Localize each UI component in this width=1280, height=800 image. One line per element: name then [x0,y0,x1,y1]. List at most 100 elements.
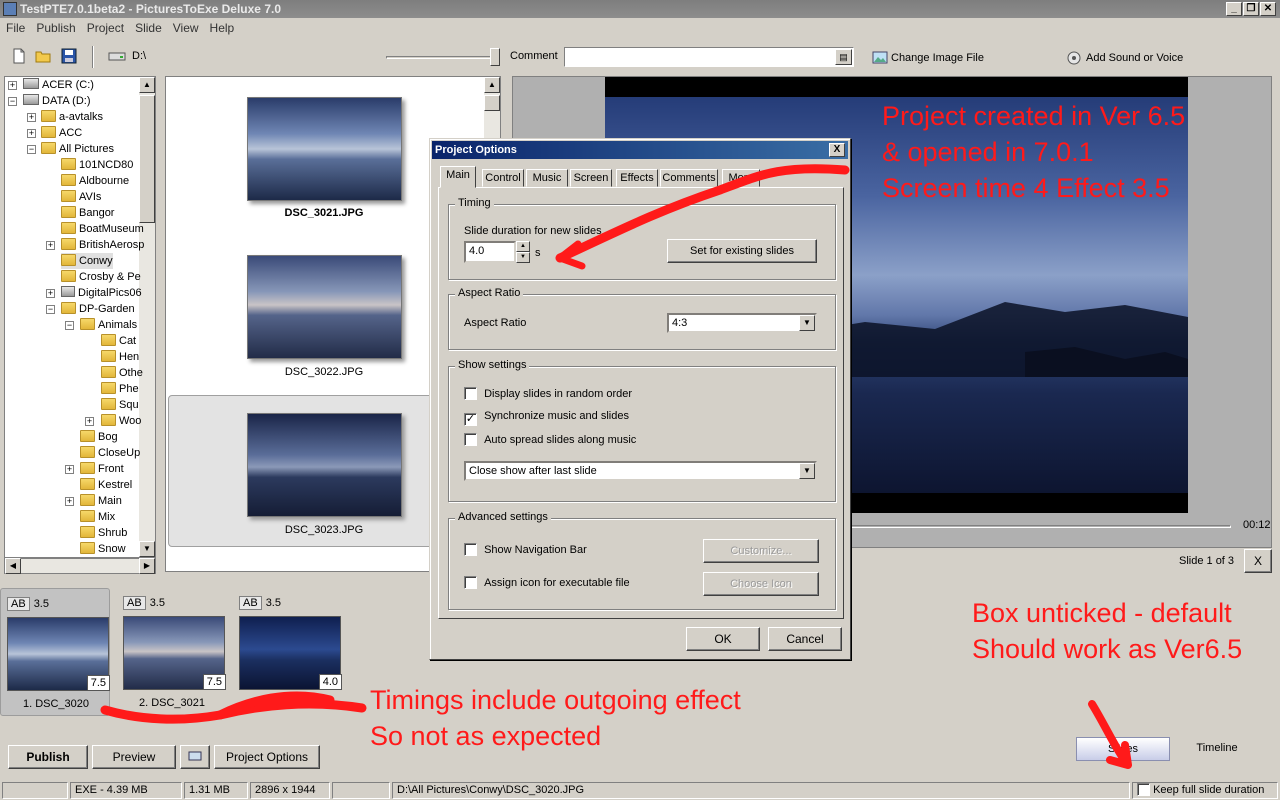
slide-card[interactable]: AB 3.5 7.5 1. DSC_3020 [0,588,110,716]
tab-effects[interactable]: Effects [616,169,658,187]
tree-item[interactable]: Front [80,461,124,477]
maximize-button[interactable]: ❐ [1243,2,1259,16]
customize-button[interactable]: Customize... [703,539,819,563]
duration-spin-up[interactable]: ▲ [516,241,530,252]
tab-main[interactable]: Main [440,166,476,188]
tree-item[interactable]: Animals [80,317,137,333]
tree-expander[interactable]: + [46,241,55,250]
thumbnail-image[interactable] [247,255,402,359]
open-folder-icon[interactable] [35,48,51,64]
aspect-ratio-select[interactable]: 4:3 ▼ [667,313,817,333]
tree-expander[interactable]: + [85,417,94,426]
menu-file[interactable]: File [0,18,30,35]
tree-expander[interactable]: + [46,289,55,298]
random-order-option[interactable]: Display slides in random order [464,387,632,400]
tree-item[interactable]: Kestrel [80,477,132,493]
tree-scroll-right[interactable]: ▶ [139,558,155,574]
auto-spread-checkbox[interactable] [464,433,477,446]
tree-item[interactable]: 101NCD80 [61,157,133,173]
tree-item[interactable]: Mix [80,509,115,525]
tree-item[interactable]: Bangor [61,205,114,221]
comment-input[interactable] [564,47,854,67]
tree-item[interactable]: CloseUp [80,445,140,461]
tree-item[interactable]: Cat [101,333,136,349]
thumbnail-image[interactable] [247,413,402,517]
tree-expander[interactable]: + [8,81,17,90]
choose-icon-button[interactable]: Choose Icon [703,572,819,596]
chevron-down-icon[interactable]: ▼ [799,463,815,479]
tree-item[interactable]: ACER (C:) [23,77,94,93]
tree-item[interactable]: BritishAerosp [61,237,144,253]
save-icon[interactable] [61,48,77,64]
keep-full-duration-checkbox[interactable] [1137,783,1150,796]
slide-image[interactable]: 7.5 [7,617,110,691]
tree-expander[interactable]: + [65,465,74,474]
add-sound-label[interactable]: Add Sound or Voice [1086,52,1183,64]
sound-icon[interactable] [1066,50,1082,66]
thumbs-scroll-thumb[interactable] [484,95,500,111]
tree-item[interactable]: Phe [101,381,139,397]
tab-music[interactable]: Music [526,169,568,187]
project-options-button[interactable]: Project Options [214,745,320,769]
tree-item[interactable]: All Pictures [41,141,114,157]
playback-progress[interactable] [843,525,1231,528]
tree-item[interactable]: BoatMuseum [61,221,144,237]
tree-expander[interactable]: + [27,129,36,138]
thumbs-scroll-up[interactable]: ▲ [484,77,500,93]
new-project-icon[interactable] [11,48,27,64]
change-image-label[interactable]: Change Image File [891,52,984,64]
tree-expander[interactable]: − [65,321,74,330]
close-preview-button[interactable]: X [1244,549,1272,573]
tree-expander[interactable]: − [46,305,55,314]
tab-comments[interactable]: Comments [660,169,718,187]
menu-help[interactable]: Help [204,18,240,35]
tree-scroll-down[interactable]: ▼ [139,541,155,557]
publish-button[interactable]: Publish [8,745,88,769]
transition-ab-icon[interactable]: AB [239,596,262,610]
chevron-down-icon[interactable]: ▼ [799,315,815,331]
tree-item[interactable]: AVIs [61,189,101,205]
tree-item[interactable]: DATA (D:) [23,93,90,109]
cancel-button[interactable]: Cancel [768,627,842,651]
tree-item[interactable]: Bog [80,429,118,445]
tab-slides[interactable]: Slides [1076,737,1170,761]
random-order-checkbox[interactable] [464,387,477,400]
slide-image[interactable]: 7.5 [123,616,226,690]
menu-project[interactable]: Project [81,18,129,35]
tab-screen[interactable]: Screen [570,169,612,187]
tree-expander[interactable]: + [65,497,74,506]
menu-publish[interactable]: Publish [30,18,80,35]
zoom-slider-track[interactable] [386,56,496,59]
fullscreen-preview-button[interactable] [180,745,210,769]
tree-scroll-up[interactable]: ▲ [139,77,155,93]
keep-full-duration[interactable]: Keep full slide duration [1132,782,1278,799]
close-window-button[interactable]: ✕ [1260,2,1276,16]
tree-item[interactable]: Aldbourne [61,173,129,189]
tree-item[interactable]: Snow [80,541,126,557]
tree-item[interactable]: ACC [41,125,82,141]
preview-button[interactable]: Preview [92,745,176,769]
comment-edit-button[interactable]: ▤ [835,49,852,65]
tree-scroll-thumb[interactable] [139,95,155,223]
tree-scrollbar[interactable]: ▲ ▼ [139,77,155,557]
tree-hscrollbar[interactable]: ◀ ▶ [4,558,156,574]
thumbnail-image[interactable] [247,97,402,201]
menu-view[interactable]: View [167,18,204,35]
tree-item[interactable]: DigitalPics06 [61,285,142,301]
sync-music-checkbox[interactable]: ✓ [464,413,477,426]
tree-item[interactable]: Othe [101,365,143,381]
slide-duration-input[interactable]: 4.0 [464,241,516,263]
transition-ab-icon[interactable]: AB [7,597,30,611]
tree-item[interactable]: DP-Garden [61,301,135,317]
tab-more[interactable]: More [722,169,760,187]
menu-slide[interactable]: Slide [129,18,167,35]
dialog-close-button[interactable]: X [829,143,845,157]
zoom-slider-thumb[interactable] [490,48,500,66]
assign-icon-checkbox[interactable] [464,576,477,589]
change-image-icon[interactable] [872,50,888,66]
tree-item[interactable]: Woo [101,413,141,429]
tab-timeline[interactable]: Timeline [1170,737,1264,761]
minimize-button[interactable]: _ [1226,2,1242,16]
tree-item[interactable]: Hen [101,349,139,365]
transition-ab-icon[interactable]: AB [123,596,146,610]
